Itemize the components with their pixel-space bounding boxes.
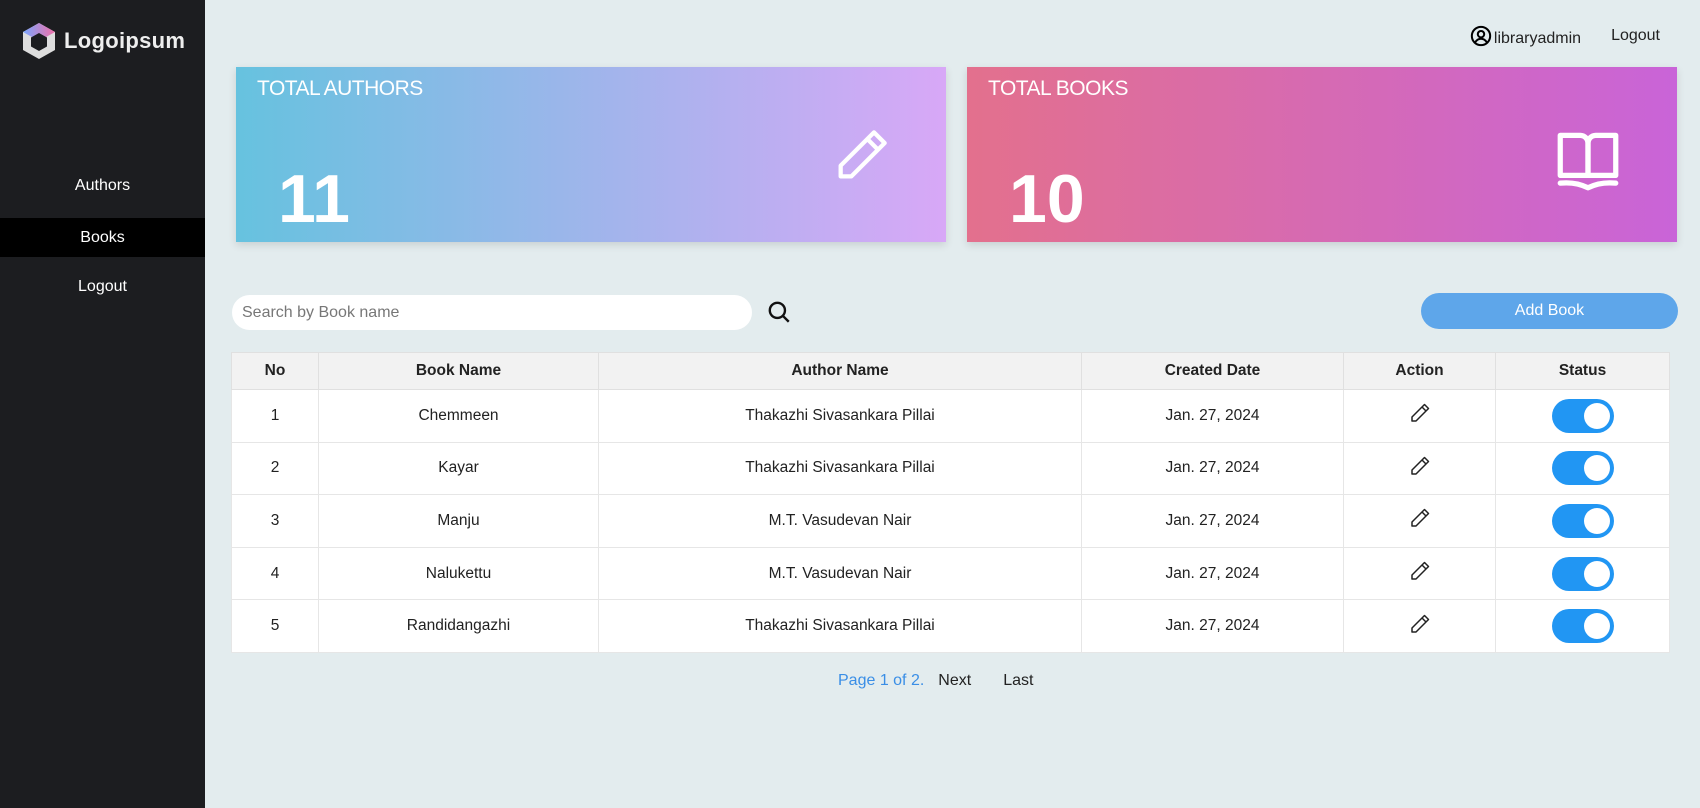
total-books-card: TOTAL BOOKS 10 [967, 67, 1677, 242]
edit-pencil-icon[interactable] [1408, 506, 1432, 530]
cell-book-name: Kayar [318, 441, 599, 496]
user-menu[interactable]: libraryadmin [1470, 24, 1581, 48]
search-input[interactable] [232, 295, 752, 330]
cell-created-date: Jan. 27, 2024 [1081, 389, 1344, 443]
header-author-name: Author Name [598, 352, 1082, 390]
cell-author-name: Thakazhi Sivasankara Pillai [598, 441, 1082, 496]
cell-status [1495, 494, 1670, 548]
card-value: 11 [278, 161, 350, 237]
logo[interactable]: Logoipsum [22, 22, 185, 60]
cell-no: 4 [231, 546, 319, 601]
edit-pencil-icon[interactable] [1408, 401, 1432, 425]
cell-status [1495, 441, 1670, 496]
search-icon[interactable] [766, 299, 792, 325]
cell-status [1495, 546, 1670, 601]
cell-status [1495, 599, 1670, 653]
cell-created-date: Jan. 27, 2024 [1081, 441, 1344, 496]
topbar: libraryadmin Logout [1470, 24, 1660, 48]
cell-action [1343, 389, 1496, 443]
logout-link[interactable]: Logout [1611, 27, 1660, 45]
cell-status [1495, 389, 1670, 443]
status-toggle[interactable] [1551, 503, 1614, 538]
cell-created-date: Jan. 27, 2024 [1081, 494, 1344, 548]
sidebar-item-books[interactable]: Books [0, 218, 205, 257]
cell-action [1343, 441, 1496, 496]
page-indicator: Page 1 of 2. [838, 672, 925, 689]
table-row: 2 Kayar Thakazhi Sivasankara Pillai Jan.… [231, 441, 1670, 496]
header-created-date: Created Date [1081, 352, 1344, 390]
cell-created-date: Jan. 27, 2024 [1081, 599, 1344, 653]
status-toggle[interactable] [1551, 609, 1614, 644]
cell-no: 2 [231, 441, 319, 496]
header-status: Status [1495, 352, 1670, 390]
status-toggle[interactable] [1551, 398, 1614, 433]
edit-pencil-icon[interactable] [1408, 559, 1432, 583]
status-toggle[interactable] [1551, 451, 1614, 486]
next-page-link[interactable]: Next [938, 672, 971, 690]
logo-text: Logoipsum [64, 28, 186, 53]
book-open-icon [1557, 132, 1619, 191]
sidebar-item-authors[interactable]: Authors [0, 166, 205, 205]
cell-no: 1 [231, 389, 319, 443]
add-book-button[interactable]: Add Book [1421, 293, 1678, 329]
card-title: TOTAL AUTHORS [257, 77, 423, 100]
total-authors-card: TOTAL AUTHORS 11 [236, 67, 946, 242]
card-title: TOTAL BOOKS [988, 77, 1128, 100]
header-no: No [231, 352, 319, 390]
username: libraryadmin [1493, 30, 1582, 47]
table-row: 1 Chemmeen Thakazhi Sivasankara Pillai J… [231, 389, 1670, 443]
cell-action [1343, 494, 1496, 548]
table-row: 4 Nalukettu M.T. Vasudevan Nair Jan. 27,… [231, 546, 1670, 601]
table-row: 5 Randidangazhi Thakazhi Sivasankara Pil… [231, 599, 1670, 653]
books-table: No Book Name Author Name Created Date Ac… [231, 352, 1670, 653]
card-value: 10 [1009, 161, 1085, 237]
edit-pencil-icon[interactable] [1408, 612, 1432, 636]
logo-hexagon-icon [23, 23, 55, 59]
cell-author-name: M.T. Vasudevan Nair [598, 494, 1082, 548]
pagination: Page 1 of 2. Next Last [838, 672, 1033, 690]
status-toggle[interactable] [1551, 556, 1614, 591]
cell-book-name: Chemmeen [318, 389, 599, 443]
last-page-link[interactable]: Last [1003, 672, 1033, 690]
cell-author-name: Thakazhi Sivasankara Pillai [598, 389, 1082, 443]
cell-book-name: Nalukettu [318, 546, 599, 601]
header-action: Action [1343, 352, 1496, 390]
cell-book-name: Manju [318, 494, 599, 548]
cell-book-name: Randidangazhi [318, 599, 599, 653]
cell-action [1343, 546, 1496, 601]
cell-author-name: Thakazhi Sivasankara Pillai [598, 599, 1082, 653]
cell-author-name: M.T. Vasudevan Nair [598, 546, 1082, 601]
pencil-icon [838, 130, 887, 179]
table-header-row: No Book Name Author Name Created Date Ac… [231, 352, 1670, 390]
sidebar-item-logout[interactable]: Logout [0, 267, 205, 306]
sidebar: Logoipsum Authors Books Logout [0, 0, 205, 808]
table-row: 3 Manju M.T. Vasudevan Nair Jan. 27, 202… [231, 494, 1670, 548]
cell-no: 5 [231, 599, 319, 653]
header-book-name: Book Name [318, 352, 599, 390]
cell-created-date: Jan. 27, 2024 [1081, 546, 1344, 601]
cell-no: 3 [231, 494, 319, 548]
user-circle-icon [1470, 25, 1492, 47]
cell-action [1343, 599, 1496, 653]
edit-pencil-icon[interactable] [1408, 454, 1432, 478]
